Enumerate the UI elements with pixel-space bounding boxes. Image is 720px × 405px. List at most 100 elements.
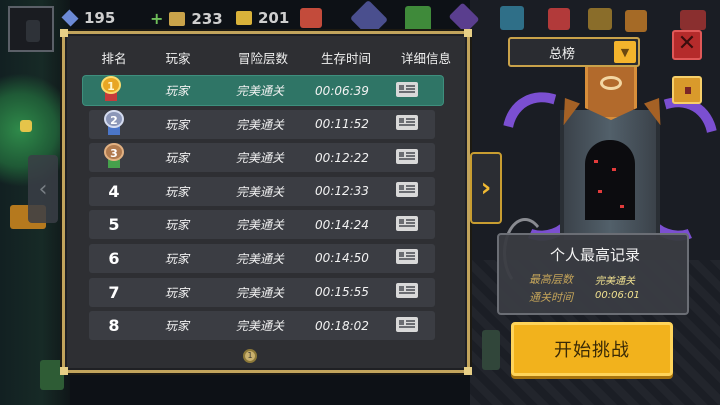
tower-banner bbox=[585, 60, 637, 120]
red-eye-icon bbox=[612, 168, 616, 171]
leaderboard-header: 排名 玩家 冒险层数 生存时间 详细信息 bbox=[89, 48, 451, 68]
time-value: 00:14:50 bbox=[315, 251, 369, 266]
player-name: 玩家 bbox=[164, 251, 189, 266]
plus-icon: + bbox=[150, 9, 164, 28]
red-eye-icon bbox=[594, 160, 598, 163]
leaderboard-panel: 排名 玩家 冒险层数 生存时间 详细信息 1 玩家 完美通关 00:06:39 … bbox=[60, 29, 472, 375]
chevron-left-icon: ‹ bbox=[38, 176, 48, 202]
details-card-icon bbox=[396, 283, 418, 299]
gem-count: 195 bbox=[84, 9, 116, 27]
page-indicator[interactable]: 1 bbox=[243, 349, 257, 363]
material-counter: + 233 bbox=[150, 9, 223, 28]
avatar[interactable] bbox=[8, 6, 54, 52]
time-value: 00:15:55 bbox=[315, 285, 369, 300]
header-player: 玩家 bbox=[165, 51, 191, 66]
floors-value: 完美通关 bbox=[235, 251, 284, 266]
details-card-icon bbox=[396, 182, 418, 198]
red-eye-icon bbox=[598, 190, 602, 193]
details-button[interactable] bbox=[379, 81, 435, 100]
gem-icon bbox=[61, 9, 79, 27]
close-button[interactable]: ✕ bbox=[672, 30, 702, 60]
table-row[interactable]: 7 玩家 完美通关 00:15:55 bbox=[89, 277, 435, 307]
treasure-chest-button[interactable] bbox=[672, 76, 702, 104]
details-card-icon bbox=[396, 81, 418, 97]
time-value: 00:11:52 bbox=[315, 117, 369, 132]
floors-value: 完美通关 bbox=[235, 319, 284, 334]
rank-number: 5 bbox=[108, 215, 120, 235]
header-rank: 排名 bbox=[101, 51, 127, 66]
material-icon bbox=[169, 11, 186, 26]
silver-medal-icon: 2 bbox=[103, 109, 125, 136]
record-title: 个人最高记录 bbox=[549, 246, 640, 264]
eye-emblem-icon bbox=[600, 76, 622, 90]
next-arrow-button[interactable]: › bbox=[470, 152, 502, 224]
rank-cell: 1 bbox=[83, 76, 139, 105]
coin-counter: 201 bbox=[236, 9, 289, 27]
player-name: 玩家 bbox=[164, 319, 189, 334]
material-count: 233 bbox=[191, 9, 223, 28]
time-value: 00:12:33 bbox=[315, 184, 369, 199]
rank-number: 8 bbox=[108, 316, 120, 336]
start-challenge-button[interactable]: 开始挑战 bbox=[511, 322, 673, 376]
chevron-right-icon: › bbox=[480, 173, 492, 203]
player-name: 玩家 bbox=[164, 285, 189, 300]
record-time-value: 00:06:01 bbox=[595, 290, 640, 301]
player-name: 玩家 bbox=[164, 151, 189, 166]
record-floors-label: 最高层数 bbox=[529, 273, 573, 286]
panel-corner bbox=[60, 29, 68, 37]
floors-value: 完美通关 bbox=[235, 218, 284, 233]
table-row[interactable]: 3 玩家 完美通关 00:12:22 bbox=[89, 143, 435, 173]
table-row[interactable]: 5 玩家 完美通关 00:14:24 bbox=[89, 210, 435, 240]
rank-number: 4 bbox=[108, 181, 120, 201]
player-name: 玩家 bbox=[164, 184, 189, 199]
player-name: 玩家 bbox=[164, 84, 189, 98]
rank-number: 7 bbox=[108, 282, 120, 302]
personal-record-card: 个人最高记录 最高层数 完美通关 通关时间 00:06:01 bbox=[497, 233, 689, 315]
time-value: 00:14:24 bbox=[315, 217, 369, 232]
details-card-icon bbox=[396, 148, 418, 164]
details-button[interactable] bbox=[379, 115, 435, 133]
details-button[interactable] bbox=[379, 148, 435, 167]
prev-arrow-button[interactable]: ‹ bbox=[28, 155, 58, 223]
decor-pillar bbox=[482, 330, 500, 370]
details-button[interactable] bbox=[379, 215, 435, 234]
header-time: 生存时间 bbox=[320, 51, 371, 66]
table-row[interactable]: 4 玩家 完美通关 00:12:33 bbox=[89, 176, 435, 206]
table-row[interactable]: 8 玩家 完美通关 00:18:02 bbox=[89, 311, 435, 341]
details-button[interactable] bbox=[379, 182, 435, 200]
floors-value: 完美通关 bbox=[235, 84, 284, 98]
floors-value: 完美通关 bbox=[235, 151, 284, 166]
table-row[interactable]: 1 玩家 完美通关 00:06:39 bbox=[83, 76, 443, 105]
decor-coin bbox=[20, 120, 32, 132]
details-button[interactable] bbox=[379, 249, 435, 267]
start-button-label: 开始挑战 bbox=[554, 340, 630, 361]
details-button[interactable] bbox=[379, 316, 435, 335]
decor-plant bbox=[40, 360, 64, 390]
panel-corner bbox=[464, 367, 472, 375]
player-name: 玩家 bbox=[164, 218, 189, 233]
floors-value: 完美通关 bbox=[235, 285, 284, 300]
floors-value: 完美通关 bbox=[235, 184, 284, 199]
details-button[interactable] bbox=[379, 283, 435, 301]
time-value: 00:06:39 bbox=[315, 83, 369, 98]
red-eye-icon bbox=[620, 205, 624, 208]
gold-medal-icon: 1 bbox=[100, 76, 122, 102]
details-card-icon bbox=[396, 249, 418, 265]
ranking-type-dropdown[interactable]: 总榜 ▼ bbox=[508, 37, 640, 67]
rank-number: 6 bbox=[108, 248, 120, 268]
table-row[interactable]: 2 玩家 完美通关 00:11:52 bbox=[89, 109, 435, 139]
dropdown-selected-value: 总榜 bbox=[548, 46, 575, 62]
character-icon bbox=[26, 20, 40, 42]
chevron-down-icon[interactable]: ▼ bbox=[614, 41, 636, 63]
tower-door bbox=[585, 140, 635, 220]
coin-count: 201 bbox=[258, 9, 290, 27]
table-row[interactable]: 6 玩家 完美通关 00:14:50 bbox=[89, 243, 435, 273]
panel-corner bbox=[60, 367, 68, 375]
floors-value: 完美通关 bbox=[235, 117, 284, 132]
record-floors-value: 完美通关 bbox=[595, 276, 635, 287]
header-floors: 冒险层数 bbox=[237, 51, 288, 66]
panel-corner bbox=[464, 29, 472, 37]
coin-icon bbox=[236, 11, 252, 25]
rank-cell: 3 bbox=[89, 143, 139, 172]
player-name: 玩家 bbox=[164, 117, 189, 132]
